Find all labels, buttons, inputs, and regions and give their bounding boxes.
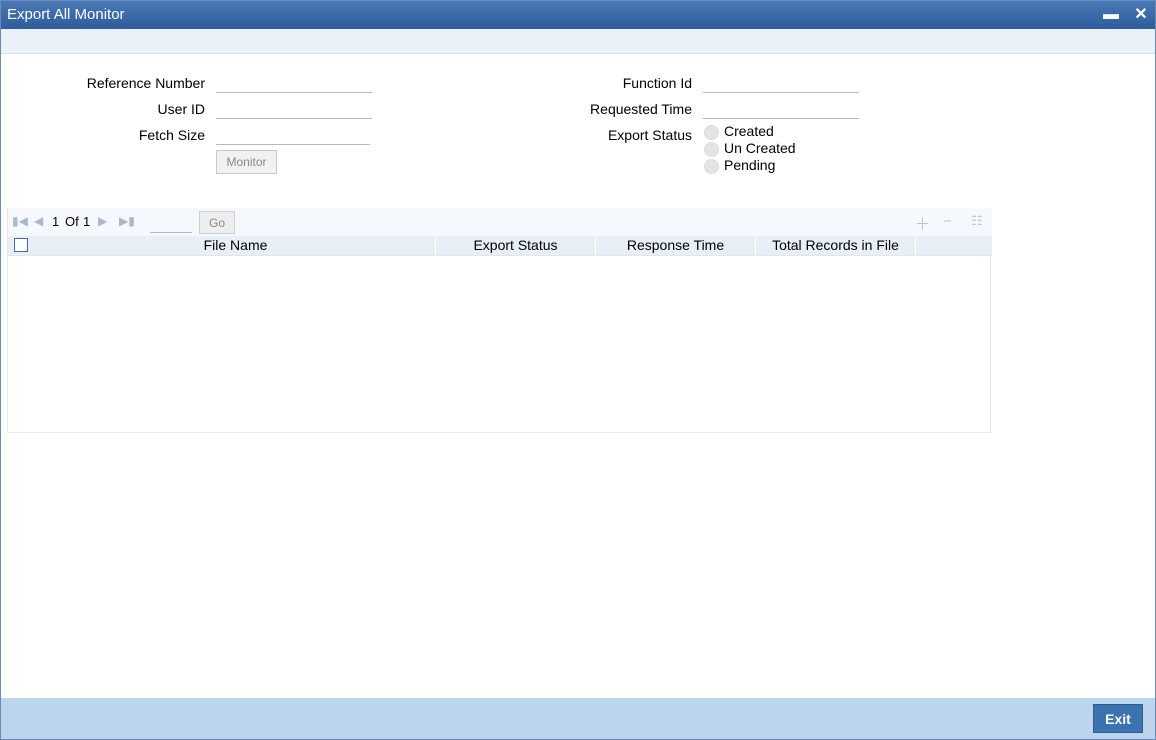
user-id-input[interactable] bbox=[216, 99, 372, 119]
radio-created[interactable] bbox=[704, 125, 719, 140]
next-page-icon[interactable]: ▶ bbox=[98, 214, 107, 228]
requested-time-input[interactable] bbox=[703, 99, 859, 119]
go-button[interactable]: Go bbox=[199, 211, 235, 234]
requested-time-label: Requested Time bbox=[590, 101, 692, 117]
close-icon[interactable]: ✕ bbox=[1132, 6, 1150, 24]
col-export-status[interactable]: Export Status bbox=[436, 236, 596, 256]
title-bar: Export All Monitor ▬ ✕ bbox=[1, 1, 1155, 29]
radio-pending[interactable] bbox=[704, 159, 719, 174]
function-id-label: Function Id bbox=[622, 75, 692, 91]
export-status-label: Export Status bbox=[607, 127, 692, 143]
function-id-input[interactable] bbox=[703, 73, 859, 93]
toolbar-strip bbox=[1, 29, 1155, 54]
radio-created-label: Created bbox=[724, 123, 774, 139]
col-response-time[interactable]: Response Time bbox=[596, 236, 756, 256]
grid-pager: ▮◀ ◀ 1 Of 1 ▶ ▶▮ Go ＋ − ☷ bbox=[8, 208, 992, 236]
user-id-label: User ID bbox=[157, 101, 205, 117]
monitor-button[interactable]: Monitor bbox=[216, 150, 277, 174]
export-all-monitor-window: Export All Monitor ▬ ✕ Reference Number … bbox=[0, 0, 1156, 740]
window-title: Export All Monitor bbox=[7, 6, 125, 23]
minimize-icon[interactable]: ▬ bbox=[1102, 6, 1120, 24]
radio-uncreated-label: Un Created bbox=[724, 140, 796, 156]
radio-pending-label: Pending bbox=[724, 157, 776, 173]
column-settings-icon[interactable]: ☷ bbox=[971, 213, 983, 229]
col-total-records[interactable]: Total Records in File bbox=[756, 236, 916, 256]
current-page: 1 bbox=[52, 214, 60, 229]
reference-number-label: Reference Number bbox=[86, 75, 205, 91]
exit-button[interactable]: Exit bbox=[1093, 704, 1143, 733]
footer-bar: Exit bbox=[1, 698, 1155, 739]
prev-page-icon[interactable]: ◀ bbox=[34, 214, 43, 228]
page-number-input[interactable] bbox=[150, 212, 192, 233]
add-row-icon[interactable]: ＋ bbox=[915, 213, 930, 234]
results-grid: ▮◀ ◀ 1 Of 1 ▶ ▶▮ Go ＋ − ☷ File Name Expo… bbox=[7, 208, 992, 433]
total-pages: 1 bbox=[83, 214, 91, 229]
of-label: Of bbox=[65, 214, 79, 229]
first-page-icon[interactable]: ▮◀ bbox=[12, 214, 28, 228]
fetch-size-input[interactable] bbox=[216, 125, 370, 145]
radio-uncreated[interactable] bbox=[704, 142, 719, 157]
select-all-checkbox[interactable] bbox=[14, 238, 28, 252]
reference-number-input[interactable] bbox=[216, 73, 372, 93]
grid-header-row: File Name Export Status Response Time To… bbox=[8, 236, 992, 256]
fetch-size-label: Fetch Size bbox=[138, 127, 205, 143]
last-page-icon[interactable]: ▶▮ bbox=[119, 214, 135, 228]
col-file-name[interactable]: File Name bbox=[36, 236, 436, 256]
delete-row-icon[interactable]: − bbox=[943, 213, 952, 230]
